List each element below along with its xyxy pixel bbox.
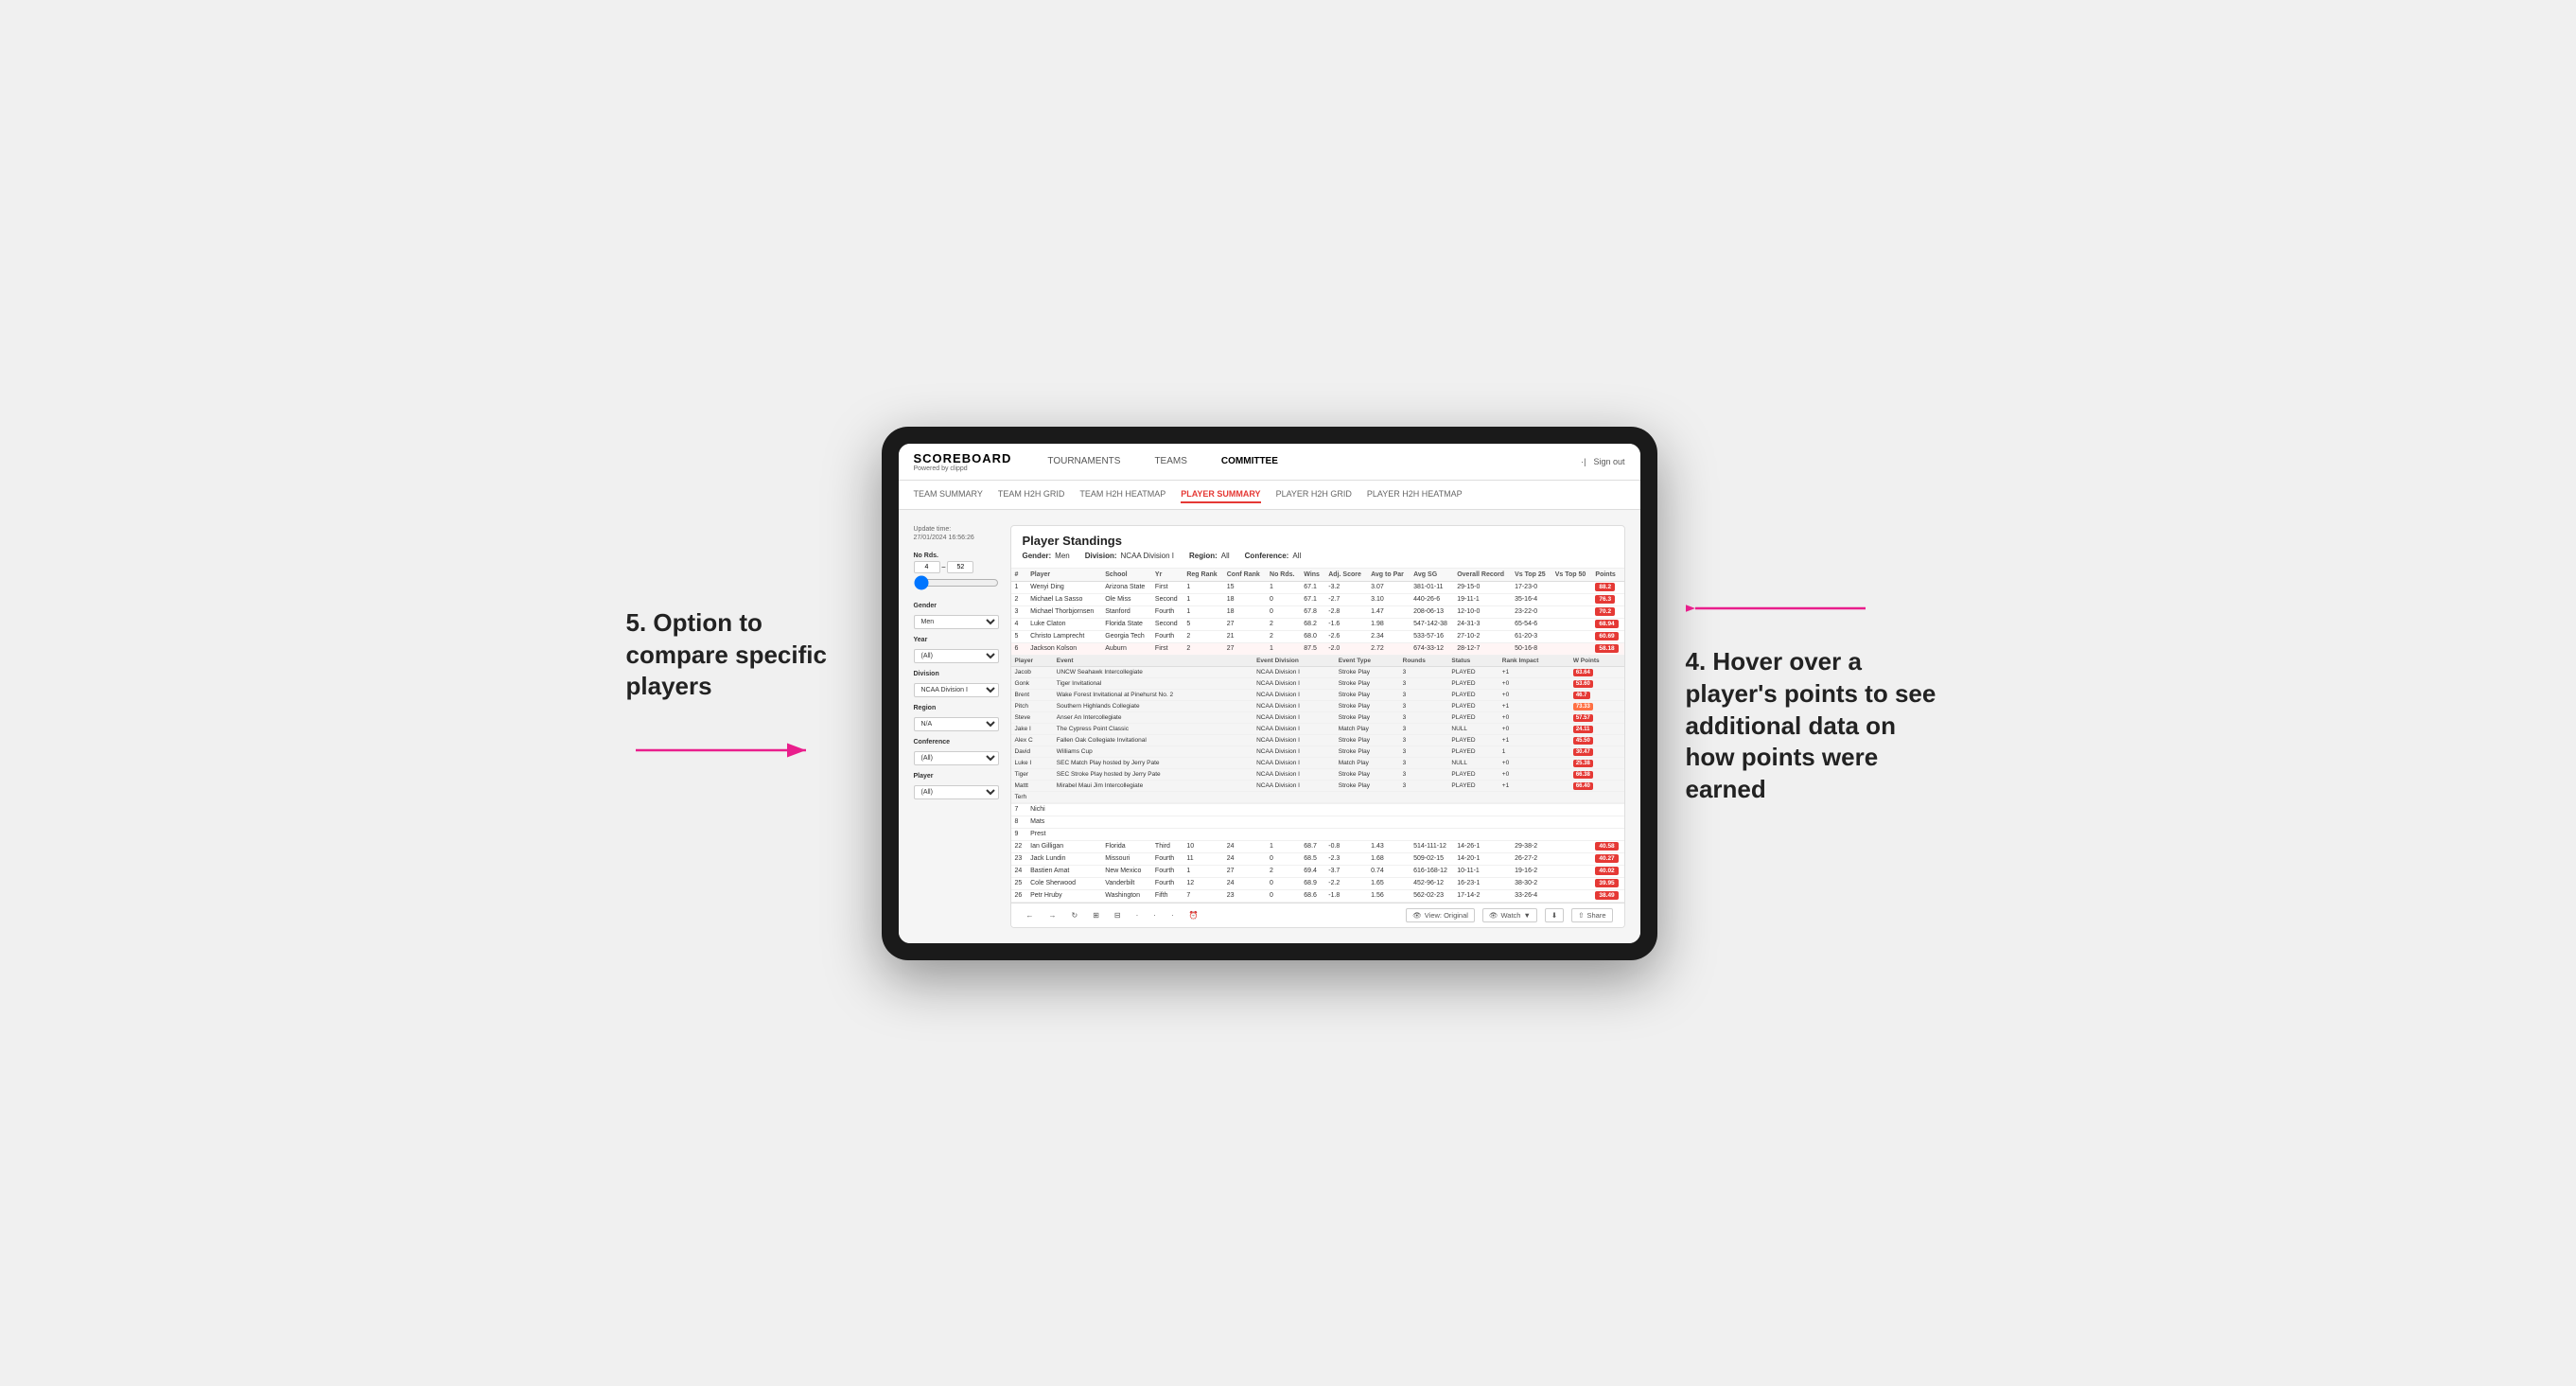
expanded-row: Terh: [1011, 791, 1624, 802]
toolbar-back-btn[interactable]: ←: [1023, 909, 1038, 921]
expanded-row: Jake I The Cypress Point Classic NCAA Di…: [1011, 723, 1624, 734]
toolbar-share-btn[interactable]: ⇧ Share: [1571, 908, 1612, 922]
expanded-row: Mattt Mirabel Maui Jim Intercollegiate N…: [1011, 780, 1624, 791]
toolbar-grid-btn[interactable]: ⊞: [1089, 909, 1103, 921]
expanded-row: Steve Anser An Intercollegiate NCAA Divi…: [1011, 711, 1624, 723]
expanded-row: Alex C Fallen Oak Collegiate Invitationa…: [1011, 734, 1624, 746]
filter-region: Region N/A: [914, 705, 999, 731]
annotation-top-right: 4. Hover over a player's points to see a…: [1686, 646, 1951, 806]
table-row[interactable]: 22 Ian Gilligan Florida Third 10 24 1 68…: [1011, 840, 1624, 852]
chevron-down-icon: ▼: [1523, 911, 1530, 920]
toolbar-clock-btn[interactable]: ⏰: [1185, 909, 1202, 921]
tab-player-summary[interactable]: PLAYER SUMMARY: [1181, 486, 1260, 503]
table-row[interactable]: 2 Michael La Sasso Ole Miss Second 1 18 …: [1011, 593, 1624, 605]
toolbar-refresh-btn[interactable]: ↻: [1068, 909, 1082, 921]
no-rds-slider[interactable]: [914, 575, 999, 590]
tab-team-h2h-heatmap[interactable]: TEAM H2H HEATMAP: [1079, 486, 1165, 503]
filters-row: Gender: Men Division: NCAA Division I Re…: [1023, 552, 1613, 560]
table-row[interactable]: 7 Nichi: [1011, 803, 1624, 816]
sub-nav: TEAM SUMMARY TEAM H2H GRID TEAM H2H HEAT…: [899, 481, 1640, 510]
conference-select[interactable]: (All): [914, 751, 999, 765]
table-container: # Player School Yr Reg Rank Conf Rank No…: [1011, 569, 1624, 903]
filter-gender: Gender Men: [914, 603, 999, 629]
nav-divider: ·|: [1581, 457, 1586, 466]
filter-year: Year (All): [914, 637, 999, 663]
toolbar-forward-btn[interactable]: →: [1045, 909, 1060, 921]
table-row[interactable]: 3 Michael Thorbjornsen Stanford Fourth 1…: [1011, 605, 1624, 618]
bottom-toolbar: ← → ↻ ⊞ ⊟ · · · ⏰ 👁 View:: [1011, 903, 1624, 927]
table-row-jackson[interactable]: 6 Jackson Kolson Auburn First 2 27 1 87.…: [1011, 642, 1624, 655]
table-row[interactable]: 25 Cole Sherwood Vanderbilt Fourth 12 24…: [1011, 877, 1624, 889]
nav-teams[interactable]: TEAMS: [1148, 452, 1192, 470]
expanded-row: Tiger SEC Stroke Play hosted by Jerry Pa…: [1011, 768, 1624, 780]
expanded-row: David Williams Cup NCAA Division I Strok…: [1011, 746, 1624, 757]
download-icon: ⬇: [1551, 911, 1557, 920]
table-row[interactable]: 5 Christo Lamprecht Georgia Tech Fourth …: [1011, 630, 1624, 642]
standings-table: # Player School Yr Reg Rank Conf Rank No…: [1011, 569, 1624, 903]
no-rds-section: No Rds. –: [914, 553, 999, 595]
filter-player: Player (All): [914, 773, 999, 799]
tab-team-h2h-grid[interactable]: TEAM H2H GRID: [998, 486, 1065, 503]
expanded-section-row: Player Event Event Division Event Type R…: [1011, 655, 1624, 803]
tab-team-summary[interactable]: TEAM SUMMARY: [914, 486, 983, 503]
expanded-row: Brent Wake Forest Invitational at Pinehu…: [1011, 689, 1624, 700]
expanded-row: Gonk Tiger Invitational NCAA Division I …: [1011, 677, 1624, 689]
sign-out-link[interactable]: Sign out: [1593, 457, 1624, 466]
top-nav: SCOREBOARD Powered by clippd TOURNAMENTS…: [899, 444, 1640, 481]
share-icon: ⇧: [1578, 911, 1584, 920]
annotation-bottom-left: 5. Option to compare specific players: [626, 607, 853, 703]
table-row[interactable]: 4 Luke Claton Florida State Second 5 27 …: [1011, 618, 1624, 630]
tab-player-h2h-heatmap[interactable]: PLAYER H2H HEATMAP: [1367, 486, 1463, 503]
player-select[interactable]: (All): [914, 785, 999, 799]
arrow-left: [626, 722, 815, 779]
panel-header: Player Standings Gender: Men Division: N…: [1011, 526, 1624, 569]
toolbar-dot3[interactable]: ·: [1167, 909, 1178, 921]
table-row[interactable]: 24 Bastien Amat New Mexico Fourth 1 27 2…: [1011, 865, 1624, 877]
tablet-screen: SCOREBOARD Powered by clippd TOURNAMENTS…: [899, 444, 1640, 943]
toolbar-watch-btn[interactable]: 👁 Watch ▼: [1482, 908, 1537, 922]
tab-player-h2h-grid[interactable]: PLAYER H2H GRID: [1276, 486, 1352, 503]
expanded-row: Luke I SEC Match Play hosted by Jerry Pa…: [1011, 757, 1624, 768]
gender-select[interactable]: Men: [914, 615, 999, 629]
table-row[interactable]: 1 Wenyi Ding Arizona State First 1 15 1 …: [1011, 581, 1624, 593]
nav-committee[interactable]: COMMITTEE: [1216, 452, 1284, 470]
main-content: Update time: 27/01/2024 16:56:26 No Rds.…: [899, 510, 1640, 943]
toolbar-download-btn[interactable]: ⬇: [1545, 908, 1564, 922]
toolbar-dot1[interactable]: ·: [1132, 909, 1143, 921]
filter-conference: Conference (All): [914, 739, 999, 765]
expanded-row: Jacob UNCW Seahawk Intercollegiate NCAA …: [1011, 666, 1624, 677]
tablet-frame: SCOREBOARD Powered by clippd TOURNAMENTS…: [882, 427, 1657, 960]
filter-division: Division NCAA Division I: [914, 671, 999, 697]
division-select[interactable]: NCAA Division I: [914, 683, 999, 697]
toolbar-dot2[interactable]: ·: [1149, 909, 1160, 921]
table-row[interactable]: 8 Mats: [1011, 816, 1624, 828]
no-rds-min-input[interactable]: [914, 561, 940, 573]
region-select[interactable]: N/A: [914, 717, 999, 731]
toolbar-minus-btn[interactable]: ⊟: [1111, 909, 1125, 921]
toolbar-view-original-btn[interactable]: 👁 View: Original: [1406, 908, 1475, 922]
year-select[interactable]: (All): [914, 649, 999, 663]
nav-tournaments[interactable]: TOURNAMENTS: [1042, 452, 1126, 470]
no-rds-max-input[interactable]: [947, 561, 973, 573]
eye-icon: 👁: [1412, 911, 1422, 920]
table-row[interactable]: 26 Petr Hruby Washington Fifth 7 23 0 68…: [1011, 889, 1624, 902]
panel-title: Player Standings: [1023, 534, 1613, 548]
right-panel: Player Standings Gender: Men Division: N…: [1010, 525, 1625, 928]
watch-icon: 👁: [1489, 911, 1498, 920]
table-row[interactable]: 23 Jack Lundin Missouri Fourth 11 24 0 6…: [1011, 852, 1624, 865]
table-row[interactable]: 9 Prest: [1011, 828, 1624, 840]
arrow-right: [1686, 580, 1875, 637]
sidebar: Update time: 27/01/2024 16:56:26 No Rds.…: [914, 525, 999, 928]
logo: SCOREBOARD Powered by clippd: [914, 451, 1012, 472]
update-time: Update time: 27/01/2024 16:56:26: [914, 525, 999, 544]
expanded-row: Pitch Southern Highlands Collegiate NCAA…: [1011, 700, 1624, 711]
